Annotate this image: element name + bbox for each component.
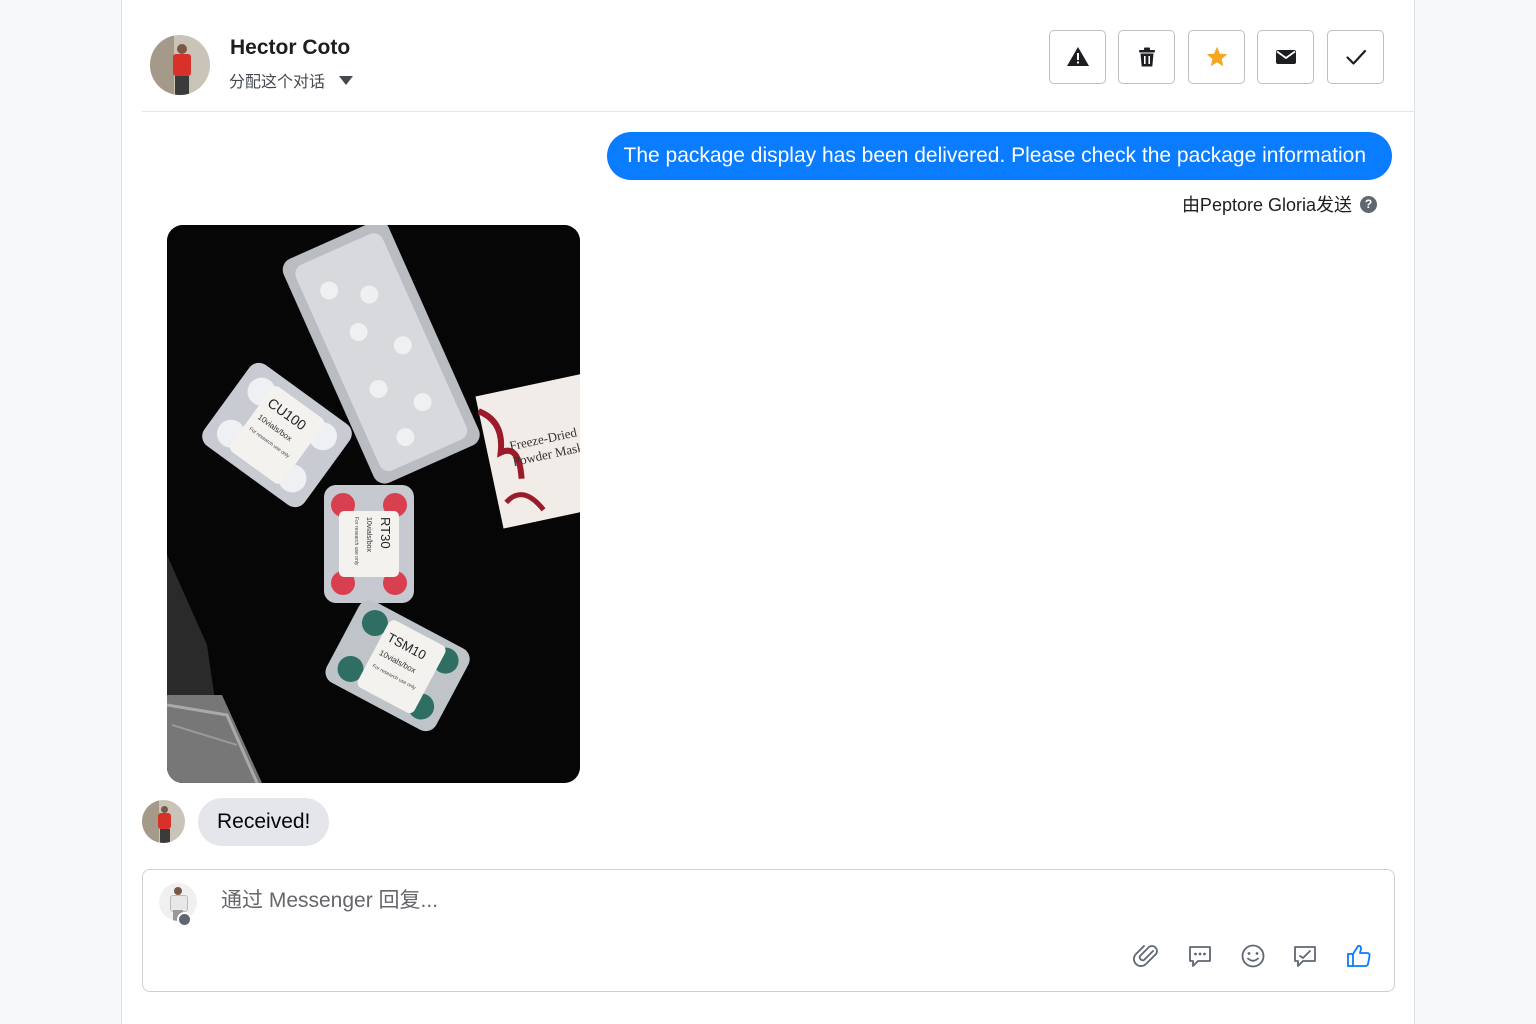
warning-icon <box>1066 47 1089 66</box>
status-dot <box>177 912 192 927</box>
emoji-icon <box>1241 944 1265 968</box>
checkmark-icon <box>1345 49 1366 65</box>
attach-button[interactable] <box>1131 940 1163 972</box>
assign-conversation-dropdown[interactable]: 分配这个对话 <box>229 68 354 92</box>
reply-composer <box>142 869 1395 992</box>
paperclip-icon <box>1133 945 1158 967</box>
contact-name[interactable]: Hector Coto <box>230 36 350 60</box>
sent-by-note: 由Peptore Gloria发送 ? <box>1182 191 1377 217</box>
like-icon <box>1347 944 1371 967</box>
header-divider <box>142 111 1414 112</box>
svg-text:RT30: RT30 <box>378 517 393 549</box>
like-button[interactable] <box>1343 940 1375 972</box>
assign-label: 分配这个对话 <box>229 74 326 91</box>
conversation-header: Hector Coto 分配这个对话 <box>122 0 1414 112</box>
emoji-button[interactable] <box>1237 940 1269 972</box>
contact-avatar[interactable] <box>150 35 210 95</box>
mark-unread-button[interactable] <box>1257 30 1314 84</box>
sent-by-label: 由Peptore Gloria发送 <box>1181 195 1352 215</box>
appointment-button[interactable] <box>1289 940 1321 972</box>
envelope-icon <box>1275 50 1296 64</box>
saved-reply-icon <box>1189 946 1211 967</box>
appointment-icon <box>1294 946 1316 967</box>
svg-text:For research use only: For research use only <box>353 517 359 566</box>
delete-button[interactable] <box>1118 30 1175 84</box>
outgoing-message[interactable]: The package display has been delivered. … <box>606 132 1392 180</box>
saved-reply-button[interactable] <box>1184 940 1216 972</box>
package-photo[interactable]: Freeze-Dried Powder Mask CU100 10vials/b… <box>167 225 580 783</box>
incoming-avatar[interactable] <box>142 800 185 843</box>
conversation-panel: Hector Coto 分配这个对话 The package display h… <box>121 0 1415 1024</box>
reply-input[interactable] <box>221 886 821 916</box>
trash-icon <box>1138 47 1155 67</box>
help-icon[interactable]: ? <box>1360 195 1377 213</box>
mark-done-button[interactable] <box>1327 30 1384 84</box>
mark-spam-button[interactable] <box>1049 30 1106 84</box>
incoming-message[interactable]: Received! <box>198 798 330 846</box>
star-button[interactable] <box>1188 30 1245 84</box>
chevron-down-icon <box>339 75 354 85</box>
package-photo-image: Freeze-Dried Powder Mask CU100 10vials/b… <box>167 225 580 783</box>
star-icon <box>1206 46 1227 67</box>
svg-text:10vials/box: 10vials/box <box>365 517 372 553</box>
